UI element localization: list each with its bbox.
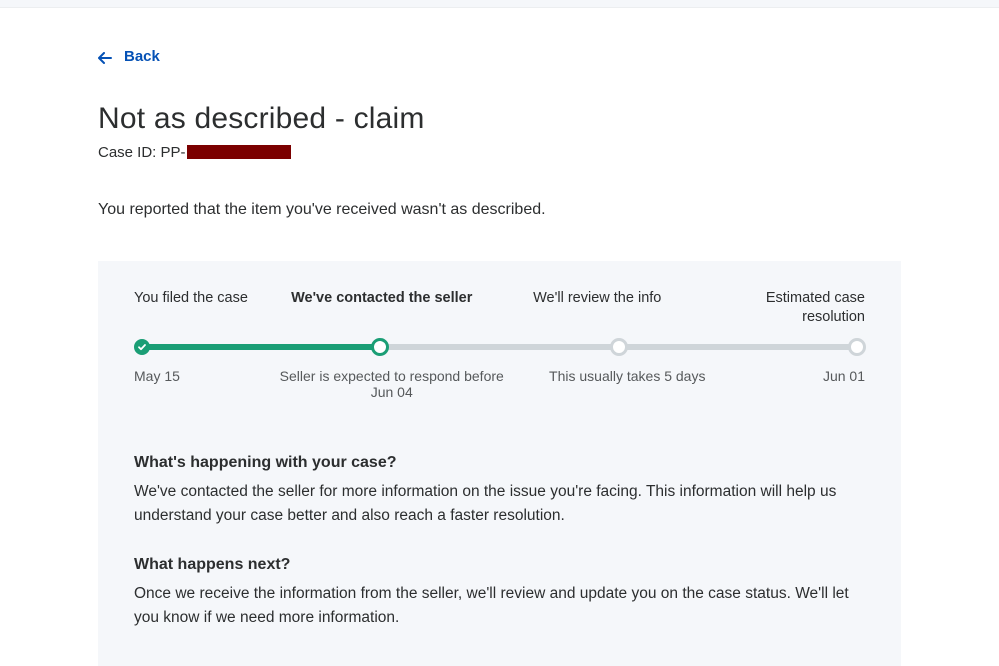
back-label: Back <box>124 48 160 65</box>
what-next-body: Once we receive the information from the… <box>134 582 865 630</box>
case-id-redacted <box>187 145 291 159</box>
case-status-panel: You filed the case We've contacted the s… <box>98 261 901 666</box>
progress-track <box>134 338 865 356</box>
whats-happening-heading: What's happening with your case? <box>134 454 865 472</box>
whats-happening-body: We've contacted the seller for more info… <box>134 480 865 528</box>
page-content: Back Not as described - claim Case ID: P… <box>0 8 999 666</box>
step-3-label: We'll review the info <box>490 289 706 328</box>
case-id-label: Case ID: PP- <box>98 144 186 161</box>
back-button[interactable]: Back <box>98 48 160 65</box>
step-4-sub: Jun 01 <box>745 368 865 400</box>
progress-stepper: You filed the case We've contacted the s… <box>134 289 865 414</box>
window-chrome-strip <box>0 0 999 8</box>
step-sublabels-row: May 15 Seller is expected to respond bef… <box>134 368 865 400</box>
step-3-sub: This usually takes 5 days <box>510 368 746 400</box>
step-1-label: You filed the case <box>134 289 274 328</box>
page-title: Not as described - claim <box>98 102 901 136</box>
case-id-line: Case ID: PP- <box>98 144 901 161</box>
step-4-node <box>848 338 866 356</box>
step-labels-row: You filed the case We've contacted the s… <box>134 289 865 328</box>
step-2-sub: Seller is expected to respond before Jun… <box>274 368 510 400</box>
step-4-label: Estimated case resolution <box>705 289 865 328</box>
step-2-label: We've contacted the seller <box>274 289 490 328</box>
step-2-node <box>371 338 389 356</box>
report-summary: You reported that the item you've receiv… <box>98 201 901 219</box>
step-3-node <box>610 338 628 356</box>
arrow-left-icon <box>98 51 112 63</box>
step-1-node-check-icon <box>134 339 150 355</box>
step-1-sub: May 15 <box>134 368 274 400</box>
progress-bar-fill <box>142 344 380 350</box>
what-next-heading: What happens next? <box>134 556 865 574</box>
